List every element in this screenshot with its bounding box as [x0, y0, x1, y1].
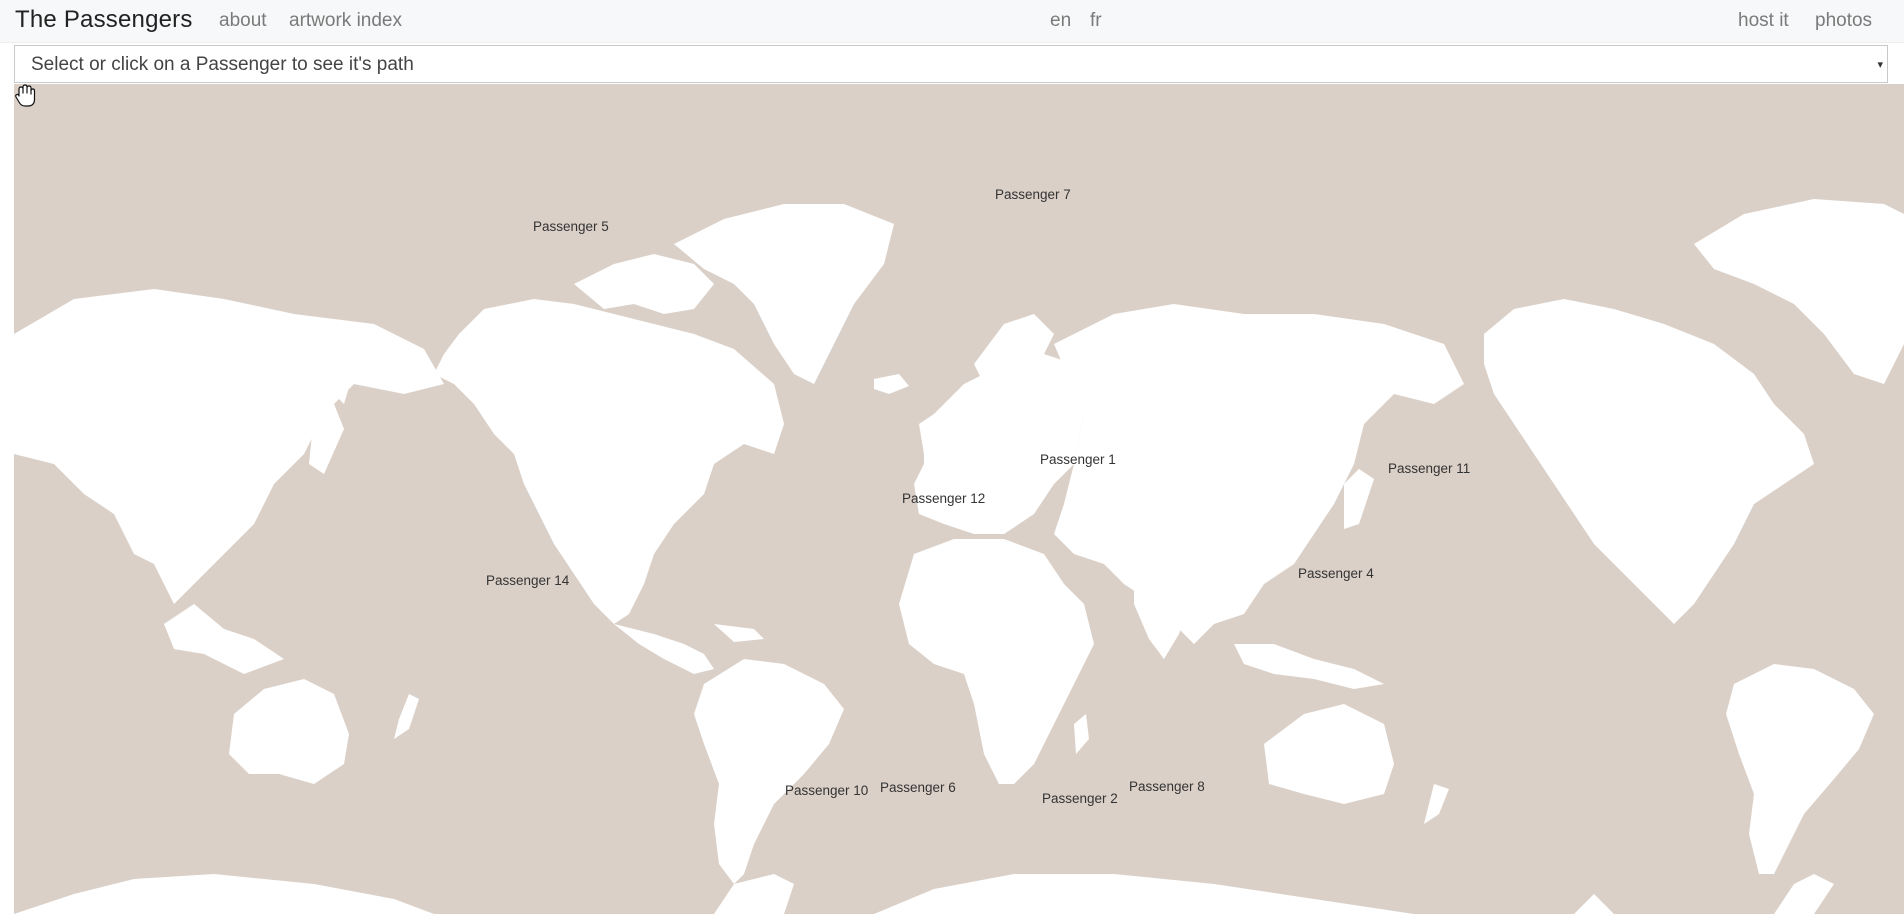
- brand-title[interactable]: The Passengers: [15, 6, 193, 34]
- marker-passenger-11[interactable]: Passenger 11: [1388, 461, 1470, 476]
- land-central-america: [614, 624, 714, 674]
- lang-en-link[interactable]: en: [1050, 10, 1071, 32]
- nav-about-link[interactable]: about: [219, 10, 267, 32]
- marker-passenger-1[interactable]: Passenger 1: [1040, 452, 1116, 467]
- nav-artwork-index-link[interactable]: artwork index: [289, 10, 402, 32]
- land-indonesia: [1234, 644, 1384, 689]
- top-navbar: The Passengers about artwork index en fr…: [0, 0, 1904, 43]
- nav-host-it-link[interactable]: host it: [1738, 10, 1789, 32]
- land-japan-left: [309, 404, 344, 474]
- marker-passenger-6[interactable]: Passenger 6: [880, 780, 956, 795]
- nav-photos-link[interactable]: photos: [1815, 10, 1872, 32]
- marker-passenger-14[interactable]: Passenger 14: [486, 573, 569, 588]
- marker-passenger-5[interactable]: Passenger 5: [533, 219, 609, 234]
- marker-passenger-12[interactable]: Passenger 12: [902, 491, 985, 506]
- land-south-america: [694, 659, 844, 884]
- land-antarctica-right: [1574, 874, 1834, 914]
- land-sea-islands-left: [164, 604, 284, 674]
- land-australia-center: [1264, 704, 1394, 804]
- land-asia-left: [14, 289, 444, 604]
- land-africa: [899, 539, 1094, 784]
- marker-passenger-2[interactable]: Passenger 2: [1042, 791, 1118, 806]
- land-nz-center: [1424, 784, 1449, 824]
- land-iceland: [874, 374, 909, 394]
- land-south-america-right: [1726, 664, 1874, 874]
- land-new-zealand-left: [394, 694, 419, 739]
- land-arctic-canada: [574, 254, 714, 314]
- land-madagascar: [1074, 714, 1089, 754]
- passenger-select-placeholder: Select or click on a Passenger to see it…: [31, 54, 414, 75]
- world-map[interactable]: Passenger 5 Passenger 7 Passenger 1 Pass…: [14, 84, 1904, 914]
- land-north-america-right: [1484, 299, 1814, 624]
- land-caribbean: [714, 624, 764, 642]
- marker-passenger-10[interactable]: Passenger 10: [785, 783, 868, 798]
- land-antarctica: [14, 874, 434, 914]
- marker-passenger-4[interactable]: Passenger 4: [1298, 566, 1374, 581]
- hand-grab-icon: [15, 84, 36, 107]
- land-japan-center: [1344, 469, 1374, 529]
- marker-passenger-7[interactable]: Passenger 7: [995, 187, 1071, 202]
- land-antarctica-mid: [714, 874, 794, 914]
- chevron-down-icon: ▾: [1877, 59, 1883, 71]
- land-australia: [229, 679, 349, 784]
- passenger-select[interactable]: Select or click on a Passenger to see it…: [14, 45, 1888, 83]
- lang-fr-link[interactable]: fr: [1090, 10, 1102, 32]
- land-antarctica-center: [874, 874, 1414, 914]
- marker-passenger-8[interactable]: Passenger 8: [1129, 779, 1205, 794]
